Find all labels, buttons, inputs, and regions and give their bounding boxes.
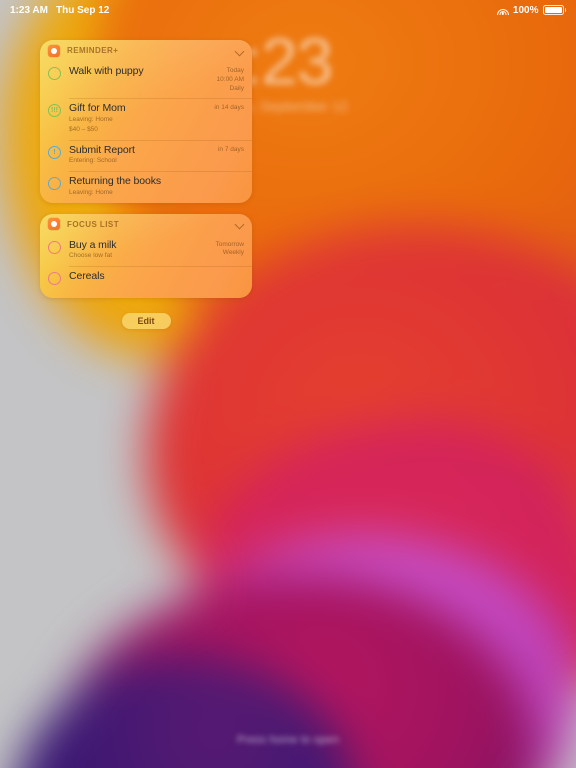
status-bar: 1:23 AM Thu Sep 12 100% [0,0,576,20]
circle-checkbox-priority-low-icon[interactable]: ! [48,145,61,159]
reminder-row[interactable]: ! Submit Report Entering: School in 7 da… [40,139,252,172]
widget-focus-list[interactable]: FOCUS LIST Buy a milk Choose low fat Tom… [40,213,252,299]
chevron-down-icon[interactable] [236,47,244,55]
reminder-meta-date: in 7 days [217,145,244,153]
status-bar-date: Thu Sep 12 [55,4,110,16]
reminder-title: Gift for Mom [69,102,126,115]
circle-checkbox-priority-high-icon[interactable]: !!! [48,104,61,118]
reminder-row[interactable]: Returning the books Leaving: Home [40,171,252,203]
reminder-row[interactable]: !!! Gift for Mom Leaving: Home $40 – $50… [40,98,252,139]
status-bar-left: 1:23 AM Thu Sep 12 [10,5,109,16]
wifi-icon [496,6,509,15]
reminder-body: Returning the books Leaving: Home [69,175,238,198]
reminder-meta-repeat: Daily [229,84,244,92]
reminder-price: $40 – $50 [69,125,98,133]
widget-column: REMINDER+ Walk with puppy Today 10:00 AM… [40,40,252,330]
edit-button[interactable]: Edit [121,313,171,330]
edit-button-row: Edit [40,311,252,330]
reminder-body: Submit Report Entering: School [69,143,212,167]
reminder-row[interactable]: Walk with puppy Today 10:00 AM Daily [40,61,252,98]
circle-checkbox-icon[interactable] [48,240,61,254]
reminder-meta-date: Today [226,67,244,74]
reminder-title: Buy a milk [69,238,117,251]
reminders-app-icon [48,44,60,57]
reminder-row[interactable]: Cereals [40,266,252,298]
battery-full-icon [542,5,566,15]
reminder-body: Walk with puppy [69,65,211,78]
reminder-meta-repeat: Weekly [222,249,244,257]
reminder-body: Buy a milk Choose low fat [69,238,209,262]
reminder-meta: Tomorrow Weekly [215,240,244,259]
reminder-meta: in 7 days [218,145,244,155]
circle-checkbox-icon[interactable] [48,67,61,80]
battery-percent-label: 100% [512,4,539,16]
widget-title: REMINDER+ [67,46,119,55]
reminder-title: Returning the books [69,175,162,188]
reminder-title: Submit Report [69,143,135,156]
status-bar-time: 1:23 AM [10,4,48,16]
reminder-row[interactable]: Buy a milk Choose low fat Tomorrow Weekl… [40,235,252,267]
reminder-title: Cereals [69,270,105,283]
status-bar-right: 100% [496,4,566,16]
widget-header[interactable]: REMINDER+ [40,40,252,61]
reminder-note: Choose low fat [69,252,112,260]
reminder-body: Gift for Mom Leaving: Home $40 – $50 [69,103,208,134]
press-home-hint: Press home to open [236,734,340,746]
widget-header[interactable]: FOCUS LIST [40,214,252,235]
reminder-meta: Today 10:00 AM Daily [217,66,244,93]
reminder-meta-time: 10:00 AM [216,75,244,83]
reminder-title: Walk with puppy [69,65,144,77]
reminder-body: Cereals [69,270,238,283]
reminder-location: Entering: School [69,157,117,165]
circle-checkbox-icon[interactable] [48,272,61,286]
reminder-meta: in 14 days [214,103,244,113]
reminder-location: Leaving: Home [69,188,113,196]
reminders-app-icon [48,218,60,231]
circle-checkbox-icon[interactable] [48,177,61,191]
reminder-meta-date: Tomorrow [215,240,244,248]
reminder-location: Leaving: Home [69,116,113,124]
widget-reminder-plus[interactable]: REMINDER+ Walk with puppy Today 10:00 AM… [40,40,252,203]
widget-title: FOCUS LIST [67,219,120,229]
reminder-meta-date: in 14 days [214,104,244,112]
chevron-down-icon[interactable] [236,220,244,228]
